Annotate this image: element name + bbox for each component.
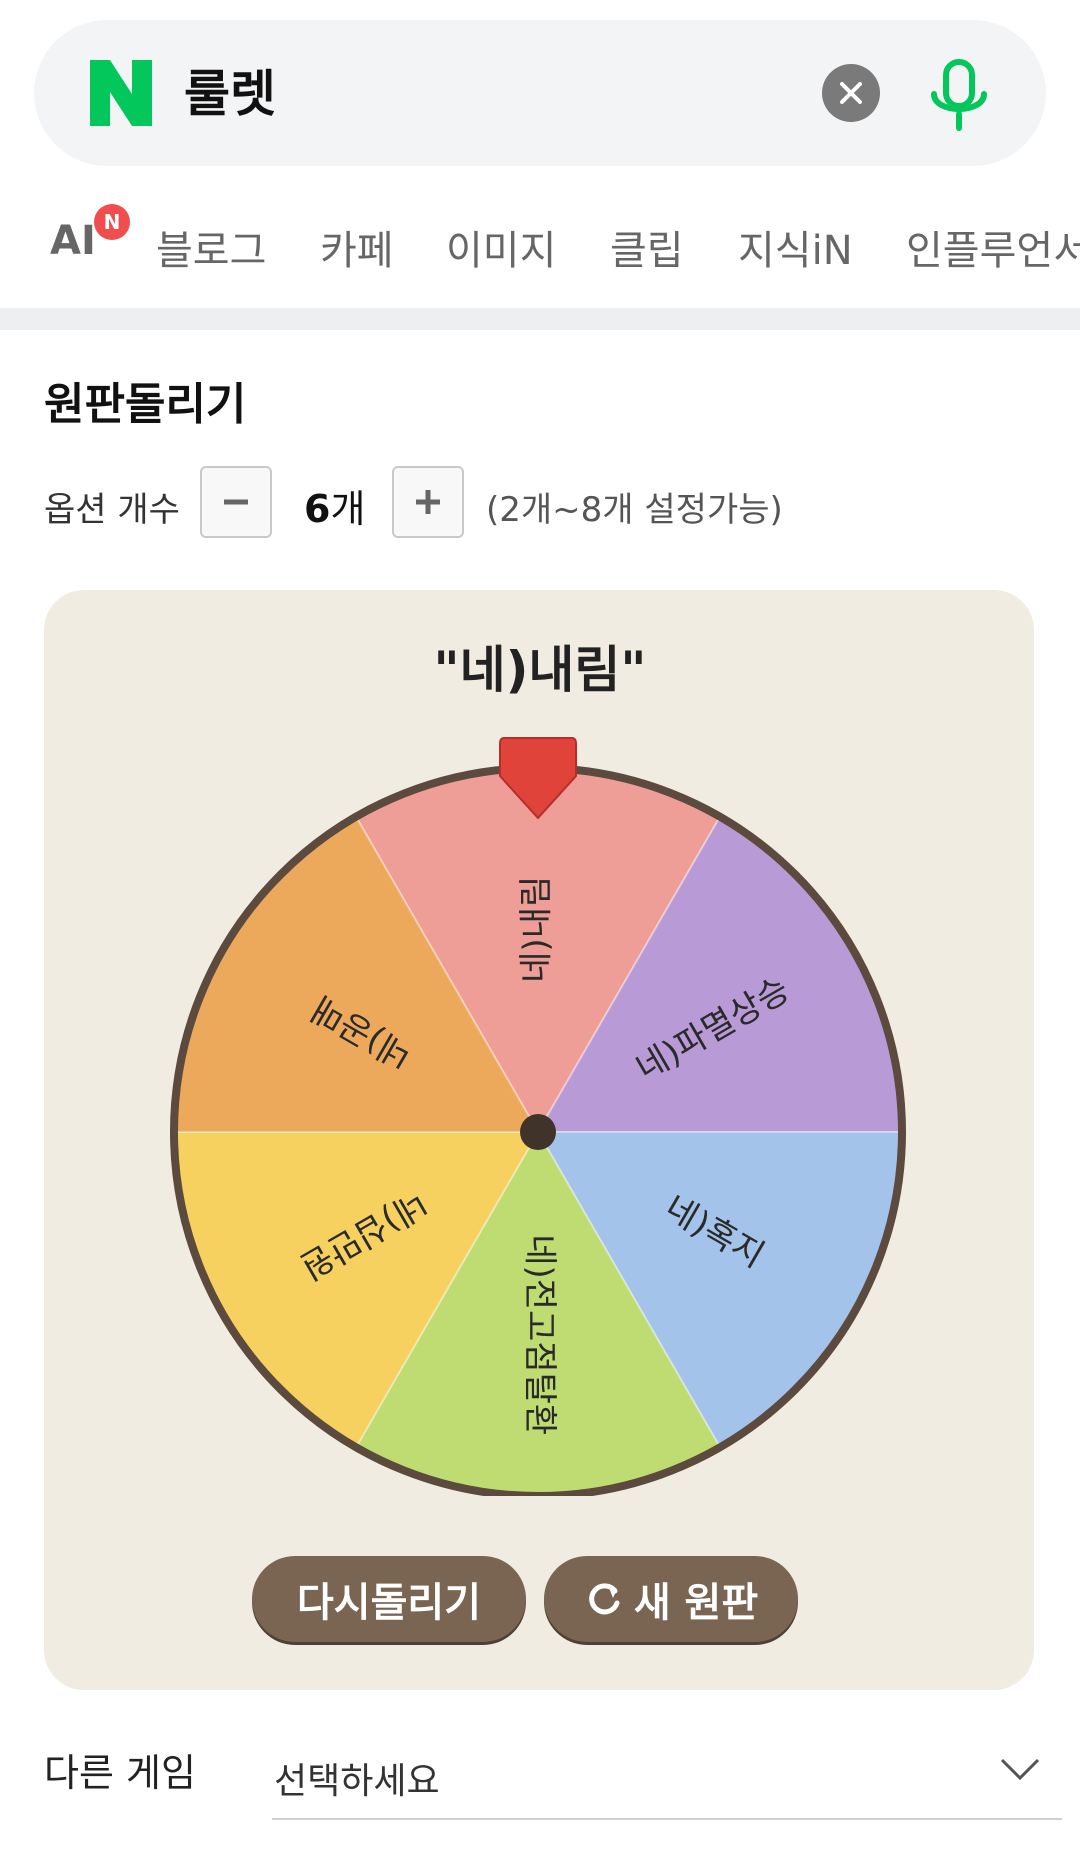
respin-button[interactable]: 다시돌리기 — [252, 1556, 526, 1642]
naver-logo-icon — [90, 60, 152, 126]
option-count: 6개 — [304, 478, 365, 533]
roulette-wheel[interactable]: 네)내림네)파멸상승네)혹지네)전고점탈환네)십만원네)공매 — [166, 736, 910, 1496]
tab-ai-label: AI — [50, 218, 96, 264]
search-query[interactable]: 룰렛 — [184, 54, 276, 134]
decrease-button[interactable] — [200, 466, 272, 538]
result-text: "네)내림" — [433, 641, 647, 699]
search-tabs: AI N 블로그 카페 이미지 클립 지식iN 인플루언서 — [0, 196, 1080, 296]
plus-icon — [416, 490, 440, 514]
tab-kin[interactable]: 지식iN — [738, 218, 853, 276]
refresh-icon — [589, 1583, 620, 1615]
wheel-hub — [520, 1114, 556, 1150]
tab-influencer[interactable]: 인플루언서 — [906, 218, 1080, 276]
widget-title: 원판돌리기 — [44, 379, 247, 430]
clear-icon[interactable] — [822, 64, 880, 122]
wheel-segment-label: 네)전고점탈환 — [520, 1234, 560, 1435]
minus-icon — [224, 499, 248, 505]
tab-blog[interactable]: 블로그 — [156, 218, 266, 276]
increase-button[interactable] — [392, 466, 464, 538]
tab-cafe[interactable]: 카페 — [320, 218, 394, 276]
other-game-placeholder: 선택하세요 — [274, 1761, 440, 1802]
new-wheel-button[interactable]: 새 원판 — [544, 1556, 798, 1642]
new-badge: N — [94, 204, 130, 240]
wheel-segment-label: 네)내림 — [517, 876, 557, 983]
new-wheel-label: 새 원판 — [633, 1580, 759, 1626]
section-divider — [0, 308, 1080, 330]
option-count-label: 옵션 개수 — [44, 490, 180, 530]
option-count-value: 6 — [304, 487, 331, 531]
search-bar[interactable]: 룰렛 — [34, 20, 1046, 166]
microphone-icon[interactable] — [924, 56, 994, 136]
tab-ai[interactable]: AI — [50, 218, 96, 264]
option-count-unit: 개 — [330, 487, 366, 531]
tab-image[interactable]: 이미지 — [446, 218, 556, 276]
range-note: (2개~8개 설정가능) — [486, 490, 783, 530]
chevron-down-icon — [1000, 1758, 1040, 1781]
other-game-select[interactable]: 선택하세요 — [272, 1730, 1062, 1820]
tab-clip[interactable]: 클립 — [610, 218, 684, 276]
other-game-label: 다른 게임 — [44, 1751, 196, 1795]
